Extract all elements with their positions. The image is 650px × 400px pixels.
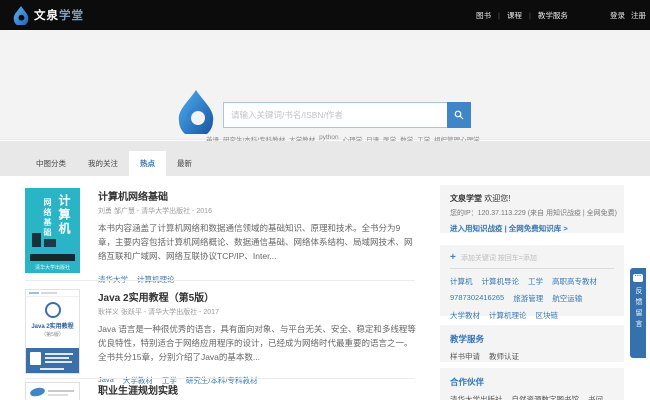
followed-tag[interactable]: 旅游管理 [513, 293, 543, 304]
category-tabbar: 中图分类 我的关注 热点 最新 [0, 141, 650, 176]
feedback-label: 反馈留言 [633, 287, 643, 331]
brand-name: 文泉学堂 [34, 7, 84, 23]
partner-link[interactable]: 书问 [588, 394, 603, 400]
tab-my-follow[interactable]: 我的关注 [77, 151, 129, 176]
login-link[interactable]: 登录 [610, 10, 625, 21]
partner-link[interactable]: 清华大学出版社 [450, 394, 503, 400]
add-keyword-row[interactable]: + 添加关键词 按回车=添加 [450, 253, 614, 269]
followed-tag[interactable]: 计算机导论 [482, 276, 520, 287]
nav-courses[interactable]: 课程 [507, 10, 522, 21]
wqxuetang-homepage: 文泉学堂 图书 | 课程 | 教学服务 登录 注册 [0, 0, 650, 400]
cover-emblem [45, 302, 61, 318]
cover-header-strip [26, 290, 79, 297]
cover-graphic [29, 386, 45, 397]
book-meta: 耿祥义 张跃平 - 清华大学出版社 - 2017 [98, 307, 416, 317]
book-cover-java[interactable]: Java 2实用教程 （第5版） [25, 289, 80, 374]
search-hero: 英语 研究生/本科/专科教材 大学教材 python 心理学 日语 医学 数学 … [0, 30, 650, 140]
cover-edition: （第5版） [26, 331, 79, 338]
book-meta: 刘勇 邹广慧 - 清华大学出版社 - 2016 [98, 206, 416, 216]
list-divider [25, 378, 415, 379]
book-info: Java 2实用教程（第5版） 耿祥义 张跃平 - 清华大学出版社 - 2017… [98, 289, 416, 386]
brand-name-secondary: 学堂 [59, 10, 84, 22]
nav-books[interactable]: 图书 [476, 10, 491, 21]
partners-title: 合作伙伴 [450, 376, 614, 388]
cover-graphic [30, 352, 41, 365]
partners-links: 清华大学出版社 自然资源数字图书馆 书问 [450, 394, 614, 400]
book-title[interactable]: Java 2实用教程（第5版） [98, 289, 416, 304]
book-info: 职业生涯规划实践 刘丽 王艳 张静 等 - 清华大学出版社 - 2018 [98, 382, 416, 400]
followed-tag[interactable]: 区块链 [536, 310, 559, 321]
book-title[interactable]: 计算机网络基础 [98, 188, 416, 203]
book-cover-career-planning[interactable] [25, 382, 80, 400]
top-navbar: 文泉学堂 图书 | 课程 | 教学服务 登录 注册 [0, 0, 650, 30]
book-info: 计算机网络基础 刘勇 邹广慧 - 清华大学出版社 - 2016 本书内容涵盖了计… [98, 188, 416, 285]
nav-separator: | [529, 11, 531, 20]
content-area: 网络基础 计算机 清华大学出版社 计算机网络基础 刘勇 邹广慧 - 清华大学出版… [0, 176, 650, 400]
cover-graphic [45, 357, 69, 359]
tab-latest[interactable]: 最新 [166, 151, 203, 176]
followed-keywords-panel: + 添加关键词 按回车=添加 计算机 计算机导论 工学 高职高专教材 97873… [440, 245, 624, 316]
teacher-certification-link[interactable]: 教师认证 [489, 351, 519, 362]
teaching-service-title: 教学服务 [450, 333, 614, 345]
waterdrop-logo-icon [12, 5, 30, 25]
sample-book-request-link[interactable]: 样书申请 [450, 351, 480, 362]
book-cover-computer-network[interactable]: 网络基础 计算机 清华大学出版社 [25, 188, 80, 273]
search-button[interactable] [447, 102, 471, 128]
brand-logo[interactable]: 文泉学堂 [12, 5, 84, 25]
cover-graphic [29, 292, 39, 294]
search-bar [223, 102, 471, 128]
waterdrop-logo-large [176, 88, 216, 134]
followed-tags: 计算机 计算机导论 工学 高职高专教材 9787302416265 旅游管理 航… [450, 276, 614, 321]
followed-tag[interactable]: 航空运输 [552, 293, 582, 304]
welcome-brand: 文泉学堂 [450, 194, 482, 203]
cover-graphic [45, 353, 73, 355]
book-description: Java 语言是一种很优秀的语言，具有面向对象、与平台无关、安全、稳定和多线程等… [98, 322, 416, 364]
cover-footer-bar [30, 254, 75, 261]
followed-tag[interactable]: 9787302416265 [450, 293, 504, 304]
cover-graphic [48, 394, 68, 396]
tab-hot[interactable]: 热点 [129, 151, 166, 176]
cover-graphic [44, 239, 56, 247]
teaching-service-links: 样书申请 教师认证 [450, 351, 614, 362]
search-icon [454, 110, 464, 120]
welcome-panel: 文泉学堂 欢迎您! 您的IP：120.37.113.229 (来自 用知识战疫 … [440, 185, 624, 233]
cover-graphic [41, 292, 57, 294]
auth-links: 登录 注册 [610, 0, 646, 30]
cover-title: Java 2实用教程 [26, 321, 79, 330]
main-nav: 图书 | 课程 | 教学服务 [476, 0, 568, 30]
feedback-button[interactable]: ··· 反馈留言 [630, 268, 646, 358]
welcome-line: 文泉学堂 欢迎您! [450, 193, 614, 204]
cover-graphic [48, 390, 74, 392]
followed-tag[interactable]: 工学 [528, 276, 543, 287]
user-ip-line: 您的IP：120.37.113.229 (来自 用知识战疫 | 全网免费) [450, 208, 614, 218]
register-link[interactable]: 注册 [631, 10, 646, 21]
book-description: 本书内容涵盖了计算机网络和数据通信领域的基础知识、原理和技术。全书分为9章，主要… [98, 221, 416, 263]
cover-subtitle: 网络基础 [42, 198, 53, 238]
followed-tag[interactable]: 高职高专教材 [552, 276, 597, 287]
followed-tag[interactable]: 计算机理论 [489, 310, 527, 321]
knowledge-base-link[interactable]: 进入用知识战疫 | 全网免费知识库 > [450, 223, 614, 234]
plus-icon[interactable]: + [450, 254, 456, 262]
cover-graphic [32, 233, 41, 247]
partner-link[interactable]: 自然资源数字图书馆 [512, 394, 580, 400]
nav-separator: | [498, 11, 500, 20]
brand-name-primary: 文泉 [34, 10, 59, 22]
tab-clc-classification[interactable]: 中图分类 [25, 151, 77, 176]
welcome-greeting: 欢迎您! [484, 194, 510, 203]
followed-tag[interactable]: 计算机 [450, 276, 473, 287]
add-keyword-placeholder: 添加关键词 按回车=添加 [461, 253, 537, 263]
followed-tag[interactable]: 大学教材 [450, 310, 480, 321]
book-title[interactable]: 职业生涯规划实践 [98, 382, 416, 397]
teaching-service-panel: 教学服务 样书申请 教师认证 [440, 325, 624, 362]
cover-graphic [45, 361, 72, 363]
search-input[interactable] [223, 102, 447, 128]
comment-icon: ··· [633, 274, 643, 282]
cover-footer-band [26, 348, 79, 373]
nav-teaching-service[interactable]: 教学服务 [538, 10, 568, 21]
list-divider [25, 280, 415, 281]
partners-panel: 合作伙伴 清华大学出版社 自然资源数字图书馆 书问 [440, 368, 624, 400]
cover-publisher: 清华大学出版社 [25, 264, 80, 271]
cover-title: 计算机 [56, 194, 73, 236]
cover-graphic [40, 368, 64, 370]
